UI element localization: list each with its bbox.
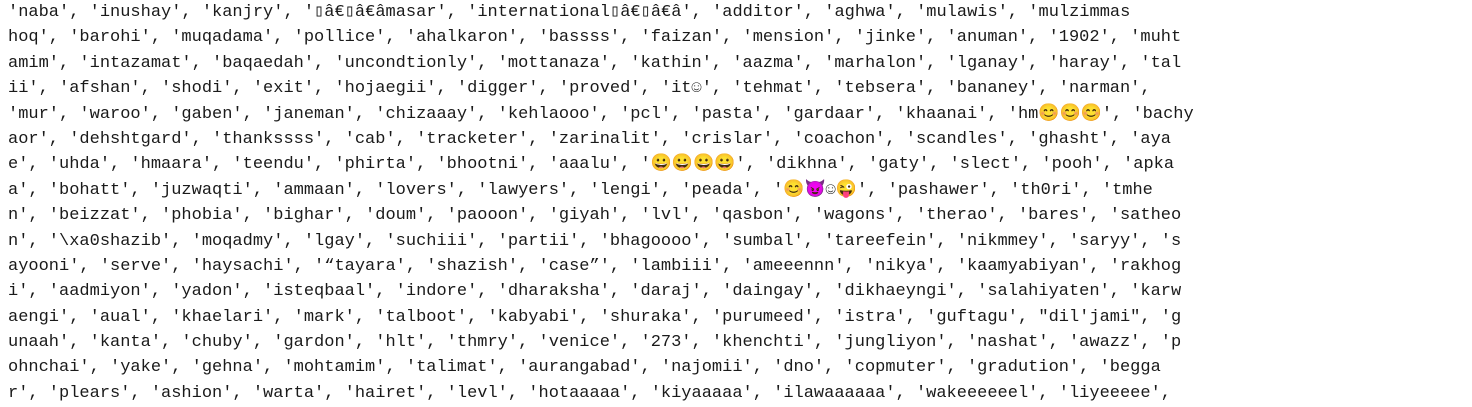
output-line: i', 'aadmiyon', 'yadon', 'isteqbaal', 'i…: [8, 282, 1182, 302]
output-line: n', '\xa0shazib', 'moqadmy', 'lgay', 'su…: [8, 231, 1182, 251]
output-line: aor', 'dehshtgard', 'thankssss', 'cab', …: [8, 129, 1171, 149]
output-line: 'mur', 'waroo', 'gaben', 'janeman', 'chi…: [8, 104, 1194, 124]
output-line: e', 'uhda', 'hmaara', 'teendu', 'phirta'…: [8, 155, 1175, 175]
output-line: 'naba', 'inushay', 'kanjry', '▯â€▯â€âmas…: [8, 3, 1131, 22]
output-line: ii', 'afshan', 'shodi', 'exit', 'hojaegi…: [8, 79, 1151, 99]
output-line: aengi', 'aual', 'khaelari', 'mark', 'tal…: [8, 307, 1182, 327]
output-line: hoq', 'barohi', 'muqadama', 'pollice', '…: [8, 28, 1182, 48]
output-text-area: 'naba', 'inushay', 'kanjry', '▯â€▯â€âmas…: [8, 0, 1468, 407]
output-line: a', 'bohatt', 'juzwaqti', 'ammaan', 'lov…: [8, 180, 1153, 200]
output-line: amim', 'intazamat', 'baqaedah', 'uncondt…: [8, 53, 1182, 73]
output-line: ayooni', 'serve', 'haysachi', '“tayara',…: [8, 256, 1182, 276]
output-line: ohnchai', 'yake', 'gehna', 'mohtamim', '…: [8, 358, 1161, 378]
output-line: unaah', 'kanta', 'chuby', 'gardon', 'hlt…: [8, 333, 1182, 353]
output-line: n', 'beizzat', 'phobia', 'bighar', 'doum…: [8, 206, 1182, 226]
output-line: r', 'plears', 'ashion', 'warta', 'hairet…: [8, 383, 1171, 403]
